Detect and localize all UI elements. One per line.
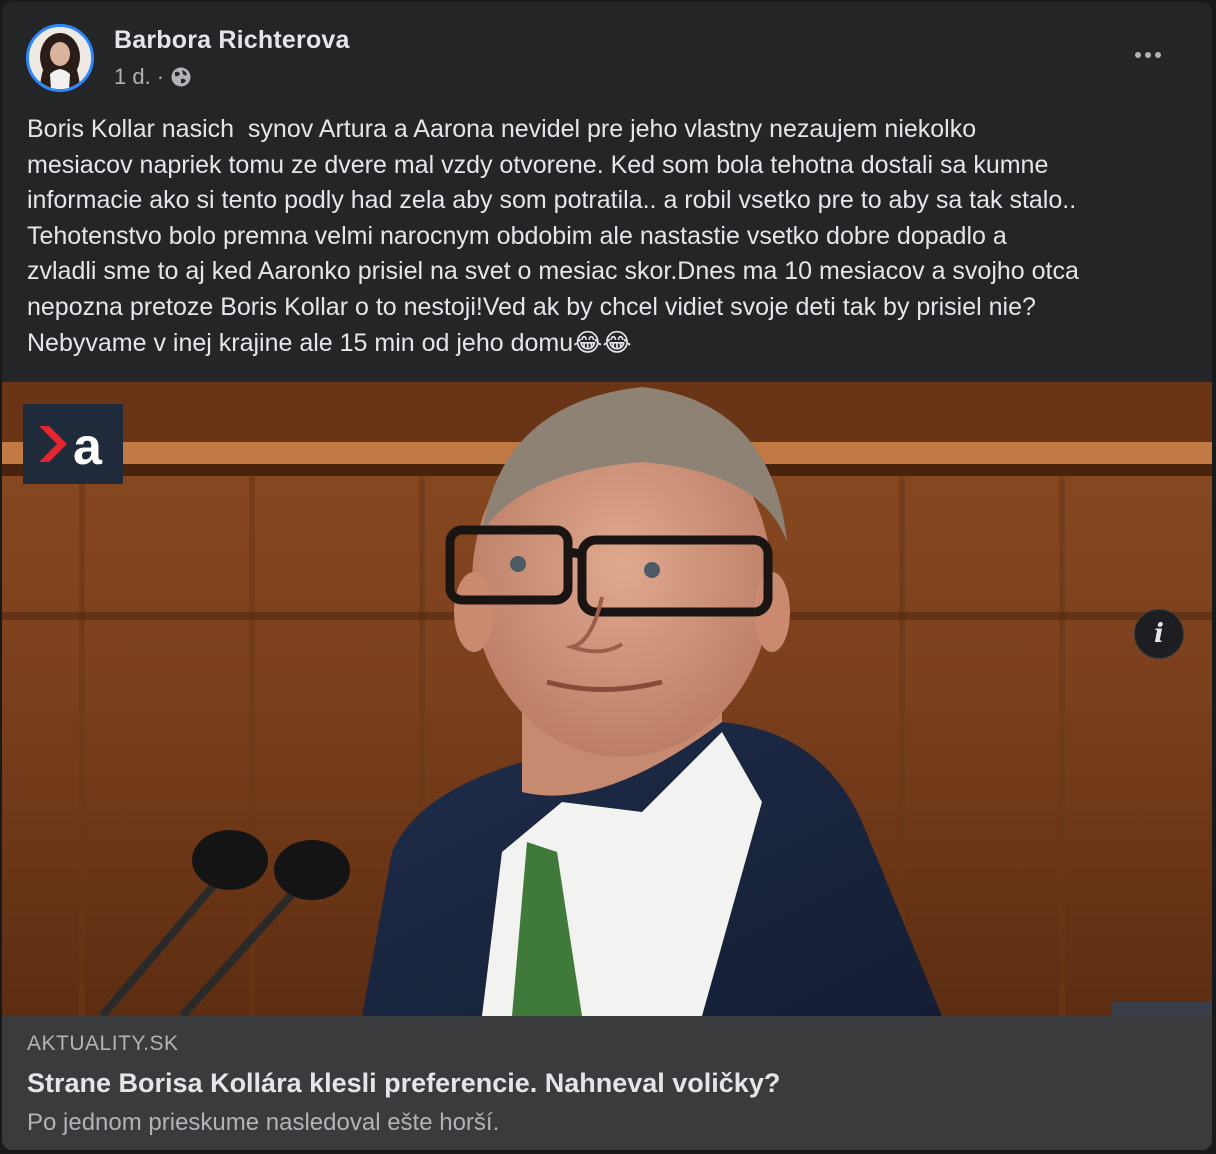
avatar-portrait-icon [29,27,91,89]
aktuality-logo-icon: a [23,404,123,484]
link-preview[interactable]: AKTUALITY.SK Strane Borisa Kollára klesl… [2,1016,1212,1150]
post-meta: 1 d. · [114,64,192,90]
source-logo: a [23,404,123,484]
post-time[interactable]: 1 d. [114,64,151,90]
link-title[interactable]: Strane Borisa Kollára klesli preferencie… [27,1068,780,1099]
info-button[interactable]: i [1134,609,1184,659]
link-preview-image[interactable]: a [2,382,1212,1016]
link-domain: AKTUALITY.SK [27,1032,179,1055]
logo-letter: a [73,418,103,476]
author-avatar[interactable] [26,24,94,92]
link-description: Po jednom prieskume nasledoval ešte horš… [27,1109,500,1136]
author-name[interactable]: Barbora Richterova [114,26,350,55]
post-text: Boris Kollar nasich synov Artura a Aaron… [27,115,1079,357]
more-options-icon[interactable] [1128,40,1168,70]
post-header: Barbora Richterova 1 d. · [2,2,1212,112]
post-card: Barbora Richterova 1 d. · Boris Kollar n… [2,2,1212,1150]
globe-icon[interactable] [170,66,192,88]
meta-separator: · [156,64,165,89]
parliament-photo [2,382,1212,1016]
